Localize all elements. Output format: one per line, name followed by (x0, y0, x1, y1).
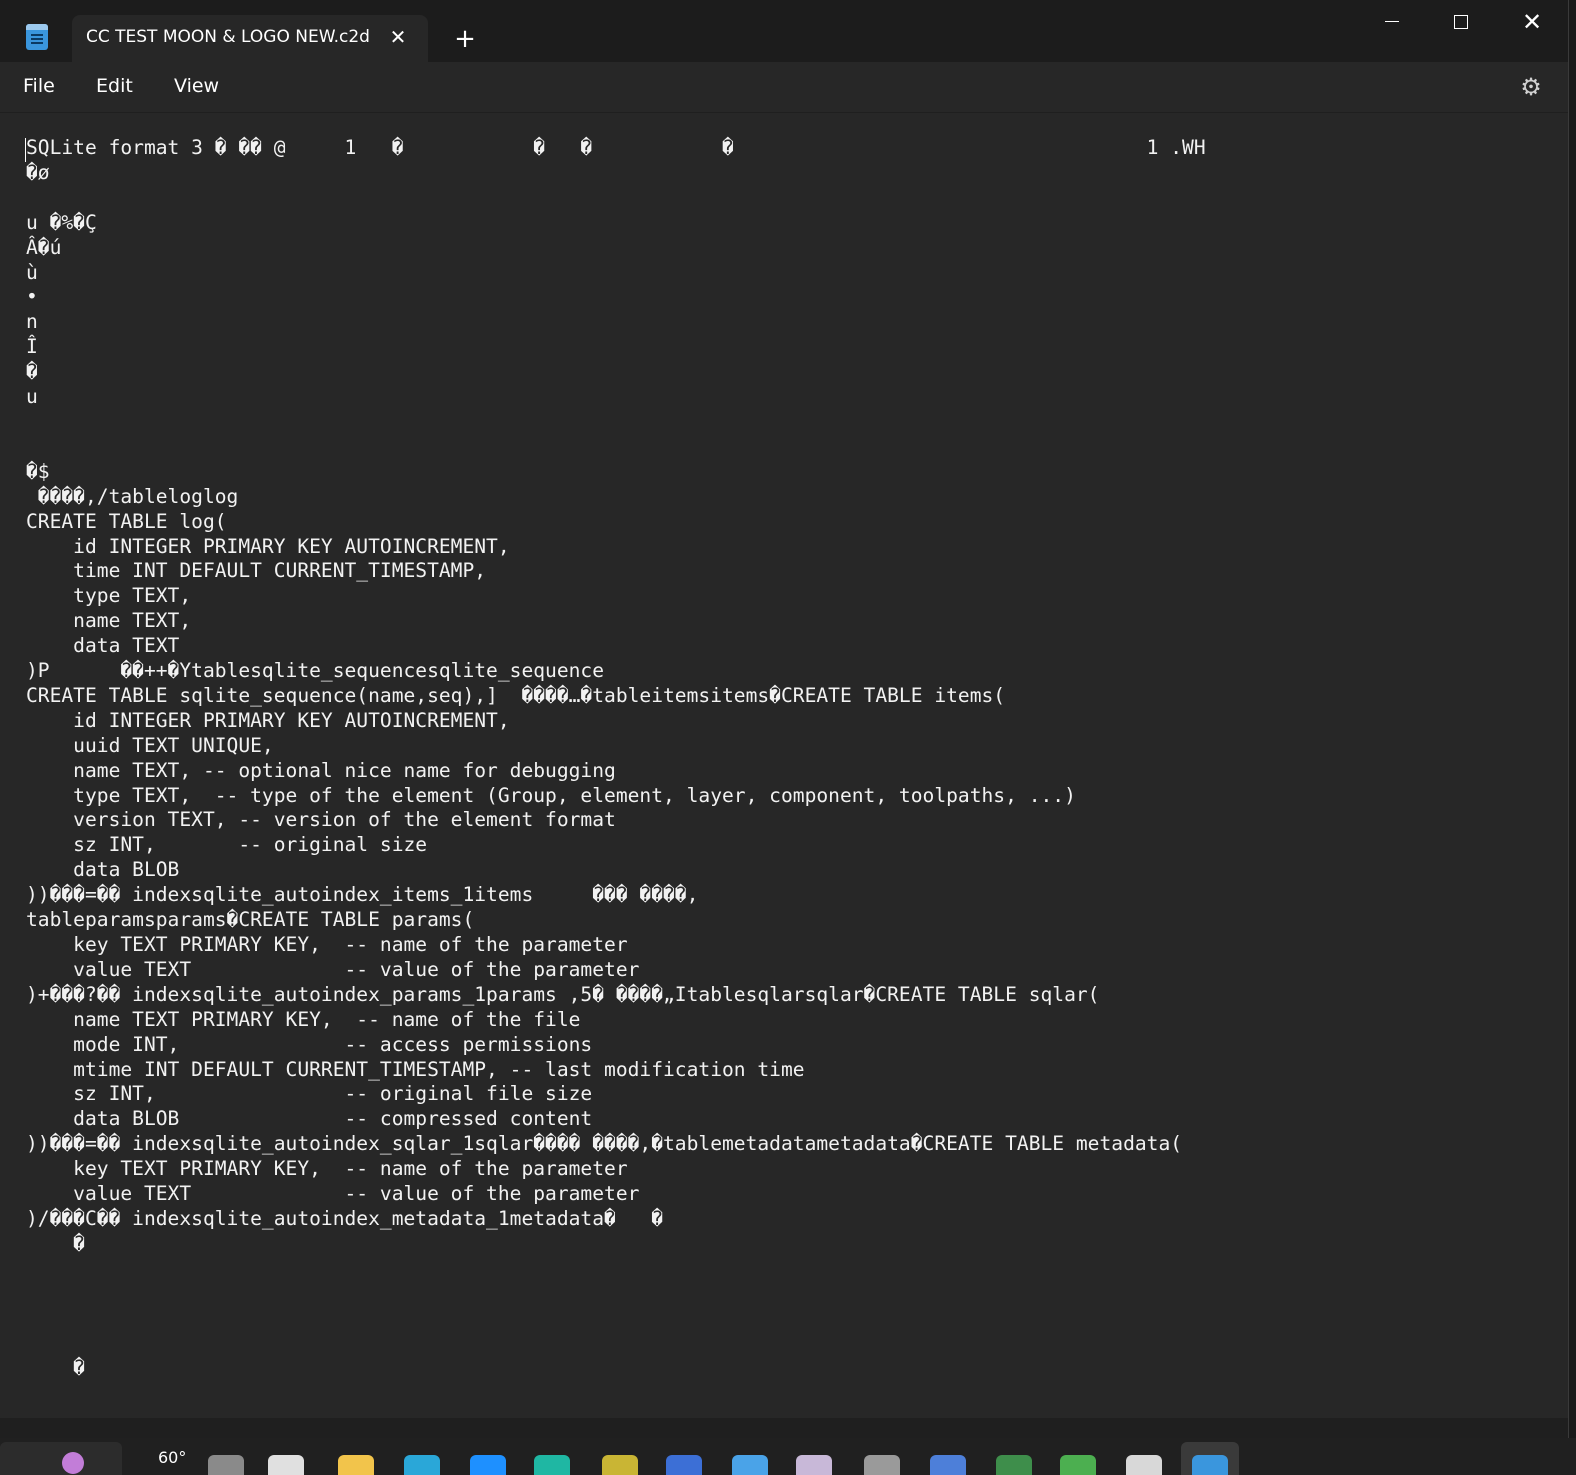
app-teal-icon[interactable] (534, 1455, 570, 1475)
drop-app-icon[interactable] (732, 1455, 768, 1475)
tab-document[interactable]: CC TEST MOON & LOGO NEW.c2d ✕ (72, 15, 428, 62)
minimize-icon (1385, 21, 1399, 22)
taskbar: 60° (0, 1438, 1576, 1475)
tool-app-icon[interactable] (864, 1455, 900, 1475)
maximize-button[interactable] (1427, 0, 1497, 44)
skype-icon[interactable] (470, 1455, 506, 1475)
close-button[interactable]: ✕ (1497, 0, 1567, 44)
new-tab-button[interactable]: + (452, 26, 478, 52)
file-explorer-icon[interactable] (338, 1455, 374, 1475)
notepad-window: CC TEST MOON & LOGO NEW.c2d ✕ + ✕ File E… (0, 0, 1569, 1438)
horizontal-scrollbar[interactable] (0, 1418, 1568, 1438)
weather-widget[interactable] (0, 1442, 122, 1475)
notepad-app-icon (26, 24, 48, 50)
maximize-icon (1454, 15, 1468, 29)
edge-browser-icon[interactable] (404, 1455, 440, 1475)
menu-view[interactable]: View (174, 75, 219, 97)
calendar-app-icon[interactable] (268, 1455, 304, 1475)
weather-icon (62, 1452, 84, 1474)
minimize-button[interactable] (1357, 0, 1427, 44)
menu-bar: File Edit View ⚙ (0, 62, 1568, 112)
menu-edit[interactable]: Edit (96, 75, 133, 97)
title-bar: CC TEST MOON & LOGO NEW.c2d ✕ + ✕ (0, 0, 1568, 62)
notepad-taskbar-icon[interactable] (1192, 1455, 1228, 1475)
app-yellow-icon[interactable] (602, 1455, 638, 1475)
temperature-label: 60° (158, 1448, 187, 1467)
settings-app-icon[interactable] (208, 1455, 244, 1475)
paper-app-icon[interactable] (1126, 1455, 1162, 1475)
crystal-app-icon[interactable] (796, 1455, 832, 1475)
g-app-icon[interactable] (930, 1455, 966, 1475)
text-editor[interactable]: SQLite format 3 � �� @ 1 � � � � 1 .WH �… (0, 112, 1568, 1419)
menu-file[interactable]: File (23, 75, 55, 97)
cap-app-icon[interactable] (996, 1455, 1032, 1475)
tab-title: CC TEST MOON & LOGO NEW.c2d (86, 27, 370, 47)
settings-gear-icon[interactable]: ⚙ (1518, 74, 1544, 100)
gear-app-icon[interactable] (666, 1455, 702, 1475)
tab-close-icon[interactable]: ✕ (386, 25, 410, 49)
green-app-icon[interactable] (1060, 1455, 1096, 1475)
document-text[interactable]: SQLite format 3 � �� @ 1 � � � � 1 .WH �… (26, 136, 1206, 1381)
